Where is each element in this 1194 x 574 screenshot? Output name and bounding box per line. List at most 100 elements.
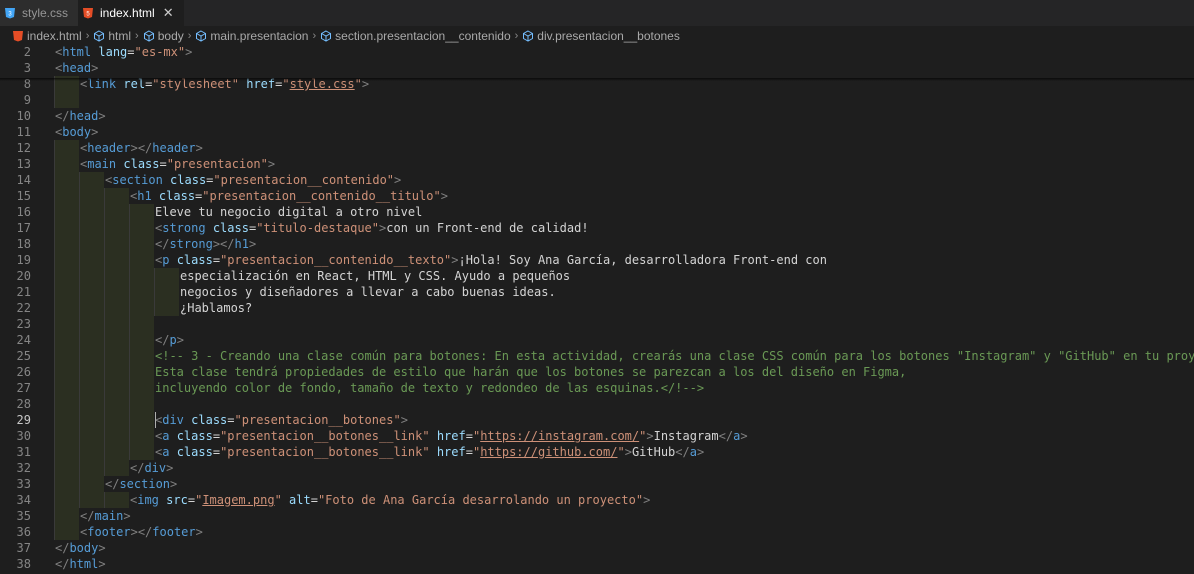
indent-guide — [129, 380, 154, 396]
indent-guide — [129, 444, 154, 460]
code-line[interactable]: 21 negocios y diseñadores a llevar a cabo… — [0, 284, 1194, 300]
code-line[interactable]: 23 — [0, 316, 1194, 332]
code-line[interactable]: 12 <header></header> — [0, 140, 1194, 156]
line-number: 26 — [16, 365, 31, 379]
indent-guide — [54, 492, 79, 508]
code-line[interactable]: 11 <body> — [0, 124, 1194, 140]
code-line[interactable]: 28 — [0, 396, 1194, 412]
code-line[interactable]: 9 — [0, 92, 1194, 108]
token: = — [212, 429, 221, 443]
indent-guide — [129, 332, 154, 348]
token: class — [191, 413, 228, 427]
code-line[interactable]: 3 <head> — [0, 60, 1194, 76]
code-line[interactable]: 10 </head> — [0, 108, 1194, 124]
token: > — [643, 493, 651, 507]
code-line[interactable]: 19 <p class="presentacion__contenido__tex… — [0, 252, 1194, 268]
tab-style-css[interactable]: 3 style.css — [0, 0, 79, 26]
token: href — [436, 445, 466, 459]
code-line[interactable]: 2 <html lang="es-mx"> — [0, 44, 1194, 60]
indent-guide — [104, 252, 129, 268]
breadcrumb-html[interactable]: html — [93, 29, 131, 43]
code-line[interactable]: 26 Esta clase tendrá propiedades de estil… — [0, 364, 1194, 380]
code-line[interactable]: 33 </section> — [0, 476, 1194, 492]
token: = — [465, 445, 473, 459]
line-number: 18 — [16, 237, 31, 251]
tab-index-html[interactable]: 5 index.html ✕ — [78, 0, 184, 26]
code-editor[interactable]: 2 <html lang="es-mx"> 3 <head> 8 <link rel="s… — [0, 44, 1194, 574]
indent-guide — [79, 348, 104, 364]
close-icon[interactable]: ✕ — [163, 5, 174, 21]
code-line[interactable]: 25 <!-- 3 - Creando una clase común para … — [0, 348, 1194, 364]
indent-guide — [104, 444, 129, 460]
code-text: <a class="presentacion__botones__link" h… — [155, 444, 704, 460]
code-line[interactable]: 30 <a class="presentacion__botones__link"… — [0, 428, 1194, 444]
code-line[interactable]: 38 </html> — [0, 556, 1194, 572]
token: </ — [105, 477, 120, 491]
indent-guide — [104, 396, 129, 412]
token: > — [400, 413, 408, 427]
indent-guide — [104, 268, 129, 284]
indent-guide — [79, 268, 104, 284]
token: section — [119, 477, 171, 491]
breadcrumb-section[interactable]: section.presentacion__contenido — [320, 29, 511, 43]
breadcrumb-file[interactable]: index.html — [12, 29, 82, 43]
code-line[interactable]: 13 <main class="presentacion"> — [0, 156, 1194, 172]
code-line[interactable]: 14 <section class="presentacion__contenid… — [0, 172, 1194, 188]
chevron-right-icon: › — [312, 29, 317, 42]
code-line[interactable]: 18 </strong></h1> — [0, 236, 1194, 252]
code-line[interactable]: 24 </p> — [0, 332, 1194, 348]
indent-guide — [129, 284, 154, 300]
token: > — [267, 157, 276, 171]
element-cube-icon — [93, 29, 105, 42]
indent-guide — [54, 188, 79, 204]
token: = — [127, 45, 135, 59]
line-number: 38 — [16, 557, 31, 571]
code-line[interactable]: 27 incluyendo color de fondo, tamaño de t… — [0, 380, 1194, 396]
code-line[interactable]: 20 especialización en React, HTML y CSS. … — [0, 268, 1194, 284]
indent-guide — [104, 492, 129, 508]
chevron-right-icon: › — [187, 29, 192, 42]
token: alt — [289, 493, 311, 507]
indent-guide — [79, 492, 104, 508]
indent-guide — [79, 172, 104, 188]
indent-guide — [129, 316, 154, 332]
breadcrumb-body[interactable]: body — [143, 29, 184, 43]
code-line[interactable]: 29 <div class="presentacion__botones"> — [0, 412, 1194, 428]
code-text: <main class="presentacion"> — [80, 156, 275, 172]
line-number: 34 — [16, 493, 31, 507]
line-number: 9 — [23, 93, 31, 107]
code-line[interactable]: 35 </main> — [0, 508, 1194, 524]
token: > — [91, 125, 99, 139]
line-number: 16 — [16, 205, 31, 219]
token: </ — [155, 333, 170, 347]
token: body — [69, 541, 99, 555]
code-line[interactable]: 31 <a class="presentacion__botones__link"… — [0, 444, 1194, 460]
breadcrumb-main[interactable]: main.presentacion — [195, 29, 308, 43]
code-text: </div> — [130, 460, 173, 476]
code-line[interactable]: 15 <h1 class="presentacion__contenido__ti… — [0, 188, 1194, 204]
token: ¿Hablamos? — [180, 301, 253, 315]
indent-guide — [54, 460, 79, 476]
code-line[interactable]: 22 ¿Hablamos? — [0, 300, 1194, 316]
token: </ — [155, 237, 170, 251]
indent-guide — [54, 332, 79, 348]
html-file-icon: 5 — [82, 7, 94, 19]
indent-guide — [79, 396, 104, 412]
code-text: <head> — [55, 60, 98, 76]
token: </ — [55, 541, 70, 555]
indent-guide — [79, 316, 104, 332]
code-line[interactable]: 36 <footer></footer> — [0, 524, 1194, 540]
code-line[interactable]: 17 <strong class="titulo-destaque">con un… — [0, 220, 1194, 236]
code-line[interactable]: 32 </div> — [0, 460, 1194, 476]
code-line[interactable]: 37 </body> — [0, 540, 1194, 556]
token: class — [170, 173, 207, 187]
indent-guide — [154, 284, 179, 300]
line-number: 20 — [16, 269, 31, 283]
indent-guide — [54, 428, 79, 444]
token: "presentacion__botones__link" — [220, 429, 430, 443]
token: class — [176, 445, 213, 459]
code-line[interactable]: 34 <img src="Imagem.png" alt="Foto de Ana… — [0, 492, 1194, 508]
code-line[interactable]: 16 Eleve tu negocio digital a otro nivel — [0, 204, 1194, 220]
line-number: 3 — [23, 61, 31, 75]
breadcrumb-div[interactable]: div.presentacion__botones — [522, 29, 680, 43]
